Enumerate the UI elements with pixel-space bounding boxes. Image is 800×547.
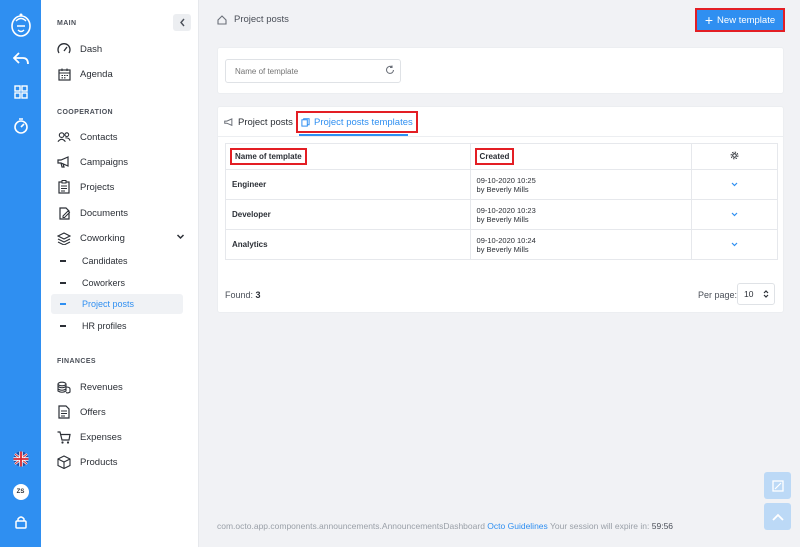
templates-icon (301, 117, 310, 127)
sidebar-item-agenda[interactable]: Agenda (51, 64, 193, 84)
sidebar-item-revenues[interactable]: Revenues (51, 377, 193, 397)
layers-icon (57, 231, 71, 245)
expand-icon (771, 479, 784, 492)
table-row[interactable]: Engineer 09-10-2020 10:25 by Beverly Mill… (225, 169, 778, 200)
calendar-icon (57, 67, 71, 81)
sidebar-item-expenses[interactable]: Expenses (51, 427, 193, 447)
avatar[interactable]: ZS (12, 484, 29, 500)
cart-icon (57, 430, 71, 444)
sidebar-item-label: Documents (80, 207, 129, 219)
sidebar-item-campaigns[interactable]: Campaigns (51, 152, 193, 172)
sidebar-item-documents[interactable]: Documents (51, 203, 193, 223)
sidebar-item-contacts[interactable]: Contacts (51, 127, 193, 147)
chevron-down-icon (731, 242, 738, 247)
megaphone-icon (224, 117, 233, 126)
section-title-cooperation: COOPERATION (57, 109, 113, 116)
row-expand-button[interactable] (691, 229, 778, 260)
found-count: Found: 3 (225, 290, 261, 300)
clipboard-icon (57, 180, 71, 194)
gear-icon (730, 151, 739, 160)
refresh-icon[interactable] (385, 65, 395, 75)
session-timer: 59:56 (651, 521, 674, 531)
sidebar-item-label: Projects (80, 181, 115, 193)
breadcrumb: Project posts (217, 14, 289, 25)
breadcrumb-current: Project posts (234, 14, 289, 25)
fullscreen-button[interactable] (764, 472, 791, 499)
created-cell: 09-10-2020 10:24 by Beverly Mills (469, 229, 693, 260)
template-name: Analytics (225, 229, 471, 260)
per-page-select[interactable]: 10 (737, 283, 775, 305)
offer-icon (57, 405, 71, 419)
scroll-top-button[interactable] (764, 503, 791, 530)
template-name-input[interactable] (225, 59, 401, 83)
chevron-down-icon (731, 212, 738, 217)
gauge-icon (57, 42, 71, 56)
back-icon[interactable] (0, 52, 41, 66)
sort-arrows-icon (763, 290, 769, 298)
uk-flag-icon[interactable] (0, 451, 41, 467)
template-name: Developer (225, 199, 471, 230)
created-cell: 09-10-2020 10:23 by Beverly Mills (469, 199, 693, 230)
document-icon (57, 206, 71, 220)
sidebar-subitem-hr-profiles[interactable]: HR profiles (51, 316, 183, 336)
row-expand-button[interactable] (691, 169, 778, 200)
tab-bar: Project posts Project posts templates (218, 107, 783, 137)
collapse-sidebar-button[interactable] (173, 14, 191, 31)
sidebar-item-label: Coworking (80, 232, 125, 244)
table-header-row: Name of template Created (225, 143, 778, 170)
sidebar-item-label: Products (80, 456, 118, 468)
column-settings[interactable] (691, 143, 778, 170)
megaphone-icon (57, 155, 71, 169)
contacts-icon (57, 130, 71, 144)
sidebar-item-offers[interactable]: Offers (51, 402, 193, 422)
home-icon[interactable] (217, 14, 227, 25)
per-page-label: Per page: (698, 290, 738, 300)
active-tab-indicator (299, 134, 408, 136)
sidebar-item-products[interactable]: Products (51, 452, 193, 472)
chevron-down-icon (176, 234, 185, 240)
chevron-left-icon (179, 18, 185, 27)
sidebar-item-label: Dash (80, 43, 103, 55)
column-header-name[interactable]: Name of template (225, 143, 471, 170)
new-template-button[interactable]: + New template (695, 8, 785, 32)
created-cell: 09-10-2020 10:25 by Beverly Mills (469, 169, 693, 200)
table-row[interactable]: Developer 09-10-2020 10:23 by Beverly Mil… (225, 199, 778, 230)
footer: com.octo.app.components.announcements.An… (217, 521, 674, 531)
section-title-main: MAIN (57, 20, 77, 27)
box-icon (57, 455, 71, 469)
filter-card (217, 47, 784, 94)
lock-icon[interactable] (0, 515, 41, 529)
timer-icon[interactable] (0, 118, 41, 134)
templates-card: Project posts Project posts templates Na… (217, 106, 784, 313)
tab-project-posts-templates[interactable]: Project posts templates (296, 111, 418, 133)
column-header-created[interactable]: Created (469, 143, 693, 170)
sidebar-subitem-coworkers[interactable]: Coworkers (51, 273, 183, 293)
section-title-finances: FINANCES (57, 358, 96, 365)
sidebar-item-label: Contacts (80, 131, 118, 143)
templates-table: Name of template Created Engineer 09-10-… (225, 143, 778, 260)
sidebar-item-coworking[interactable]: Coworking (51, 228, 193, 248)
chevron-up-icon (771, 513, 784, 521)
icon-rail: ZS (0, 0, 41, 547)
sidebar-item-label: Revenues (80, 381, 123, 393)
tab-project-posts[interactable]: Project posts (224, 111, 293, 133)
sidebar-item-dash[interactable]: Dash (51, 39, 193, 59)
plus-icon: + (704, 12, 714, 28)
coins-icon (57, 380, 71, 394)
sidebar-subitem-candidates[interactable]: Candidates (51, 251, 183, 271)
sidebar-item-label: Expenses (80, 431, 122, 443)
sidebar-subitem-project-posts[interactable]: Project posts (51, 294, 183, 314)
table-row[interactable]: Analytics 09-10-2020 10:24 by Beverly Mil… (225, 229, 778, 260)
sidebar: MAIN Dash Agenda COOPERATION Contacts Ca… (41, 0, 199, 547)
sidebar-item-label: Agenda (80, 68, 113, 80)
template-name: Engineer (225, 169, 471, 200)
chevron-down-icon (731, 182, 738, 187)
sidebar-item-label: Offers (80, 406, 106, 418)
sidebar-item-projects[interactable]: Projects (51, 177, 193, 197)
guidelines-link[interactable]: Octo Guidelines (487, 521, 547, 531)
logo-icon[interactable] (0, 12, 41, 38)
sidebar-item-label: Campaigns (80, 156, 129, 168)
row-expand-button[interactable] (691, 199, 778, 230)
grid-icon[interactable] (0, 85, 41, 99)
